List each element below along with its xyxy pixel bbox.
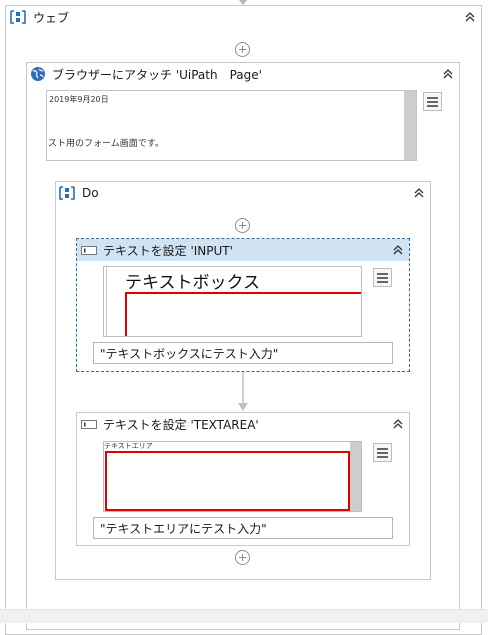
add-activity-icon[interactable] — [235, 218, 250, 233]
hamburger-menu-icon[interactable] — [423, 92, 442, 111]
flow-arrow-icon — [238, 372, 248, 411]
textarea-preview-text: テキストエリア — [104, 442, 153, 450]
do-sequence-header[interactable]: Do — [56, 182, 430, 204]
element-highlight — [125, 292, 361, 336]
input-preview-text: テキストボックス — [125, 273, 260, 293]
hamburger-menu-icon[interactable] — [373, 268, 392, 287]
input-preview-image: テキストボックス — [103, 266, 362, 337]
textarea-preview-image: テキストエリア — [103, 441, 362, 512]
collapse-chevron-icon[interactable] — [440, 66, 455, 81]
preview-scrollbar — [404, 91, 416, 160]
set-text-input-title: テキストを設定 'INPUT' — [103, 243, 233, 258]
sequence-web-title: ウェブ — [33, 10, 70, 25]
set-text-icon — [81, 246, 97, 255]
browser-preview-image: 2019年9月20日 スト用のフォーム画面です。 — [46, 90, 417, 161]
hamburger-menu-icon[interactable] — [373, 443, 392, 462]
horizontal-scrollbar[interactable] — [0, 609, 488, 623]
sequence-icon — [10, 10, 26, 24]
preview-text: スト用のフォーム画面です。 — [48, 139, 164, 149]
textarea-text-value: "テキストエリアにテスト入力" — [100, 521, 267, 536]
preview-scrollbar — [350, 442, 361, 511]
input-text-value: "テキストボックスにテスト入力" — [100, 346, 279, 361]
add-activity-icon[interactable] — [235, 550, 250, 565]
sequence-web-header[interactable]: ウェブ — [6, 6, 481, 28]
input-text-field[interactable]: "テキストボックスにテスト入力" — [93, 342, 393, 364]
do-sequence-title: Do — [82, 186, 99, 200]
element-highlight — [105, 451, 350, 511]
collapse-chevron-icon[interactable] — [462, 9, 477, 24]
attach-browser-title: ブラウザーにアタッチ 'UiPath Page' — [52, 67, 262, 82]
sequence-icon — [59, 186, 75, 200]
collapse-chevron-icon[interactable] — [390, 416, 405, 431]
set-text-input-header[interactable]: テキストを設定 'INPUT' — [77, 239, 409, 261]
collapse-chevron-icon[interactable] — [411, 185, 426, 200]
preview-date: 2019年9月20日 — [49, 95, 109, 104]
add-activity-icon[interactable] — [235, 42, 250, 57]
textarea-text-field[interactable]: "テキストエリアにテスト入力" — [93, 517, 393, 539]
attach-browser-header[interactable]: ブラウザーにアタッチ 'UiPath Page' — [27, 63, 459, 85]
collapse-chevron-icon[interactable] — [390, 242, 405, 257]
set-text-textarea-header[interactable]: テキストを設定 'TEXTAREA' — [77, 413, 409, 435]
set-text-icon — [81, 420, 97, 429]
set-text-textarea-title: テキストを設定 'TEXTAREA' — [103, 417, 259, 432]
globe-icon — [31, 67, 45, 81]
